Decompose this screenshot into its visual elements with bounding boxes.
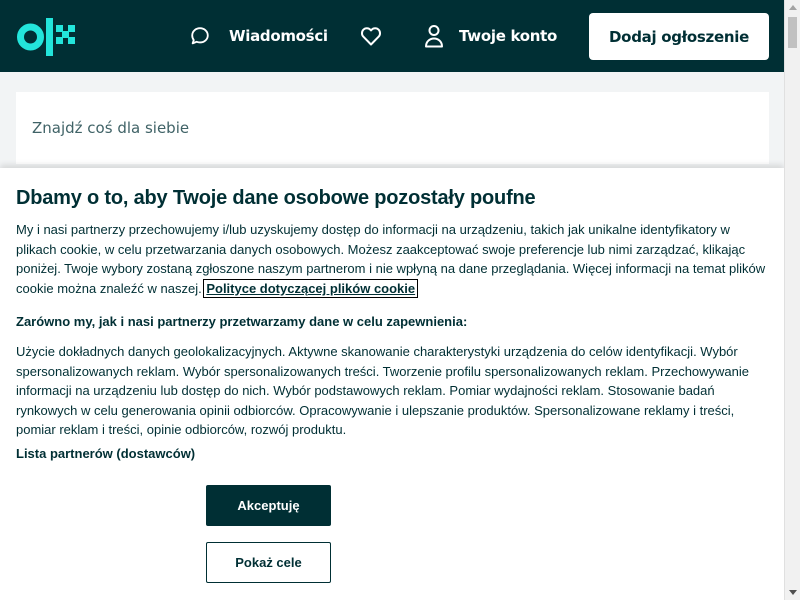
chat-bubble-icon <box>191 27 209 45</box>
add-listing-button[interactable]: Dodaj ogłoszenie <box>589 13 769 60</box>
account-label: Twoje konto <box>459 27 558 45</box>
scroll-down-arrow-icon[interactable] <box>789 590 797 595</box>
top-header: Wiadomości Twoje konto Dodaj ogłoszenie <box>0 0 784 72</box>
page-scrollbar[interactable] <box>784 0 800 600</box>
consent-description: My i nasi partnerzy przechowujemy i/lub … <box>16 220 768 298</box>
messages-label: Wiadomości <box>229 27 328 45</box>
consent-title: Dbamy o to, aby Twoje dane osobowe pozos… <box>16 187 536 209</box>
accept-button[interactable]: Akceptuję <box>206 485 331 526</box>
scrollbar-thumb[interactable] <box>788 17 797 48</box>
messages-link[interactable]: Wiadomości <box>189 22 328 50</box>
heart-icon <box>360 27 382 46</box>
account-link[interactable]: Twoje konto <box>424 22 557 50</box>
search-input[interactable] <box>16 92 769 164</box>
olx-logo[interactable] <box>17 18 89 56</box>
consent-purposes: Użycie dokładnych danych geolokalizacyjn… <box>16 344 750 438</box>
scroll-up-arrow-icon[interactable] <box>789 5 797 10</box>
partners-list-link[interactable]: Lista partnerów (dostawców) <box>16 446 195 461</box>
user-icon <box>425 25 443 48</box>
consent-subtitle: Zarówno my, jak i nasi partnerzy przetwa… <box>16 314 468 329</box>
cookie-consent-panel: Dbamy o to, aby Twoje dane osobowe pozos… <box>0 168 784 600</box>
search-box <box>16 92 769 164</box>
show-purposes-button[interactable]: Pokaż cele <box>206 542 331 583</box>
favorites-link[interactable] <box>359 22 383 50</box>
cookie-policy-link[interactable]: Polityce dotyczącej plików cookie <box>203 278 419 298</box>
